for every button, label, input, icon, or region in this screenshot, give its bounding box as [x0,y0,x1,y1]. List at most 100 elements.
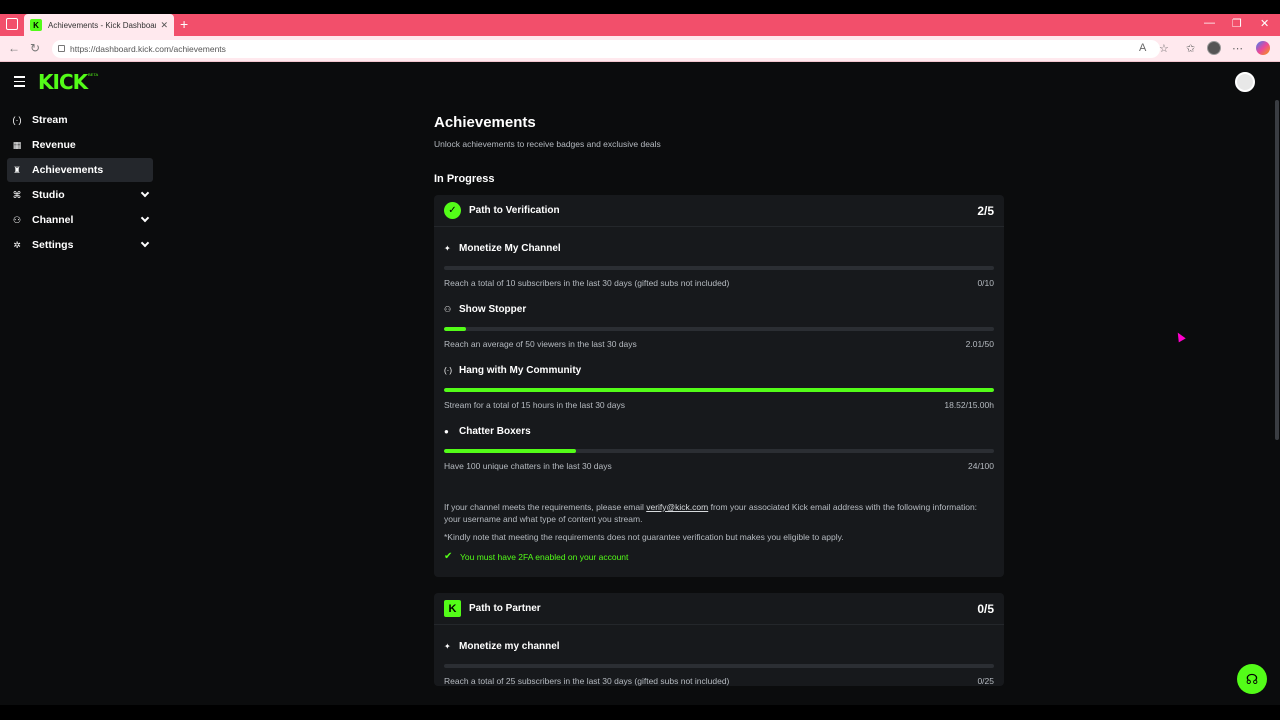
kick-favicon-icon: K [30,19,42,31]
sparkle-icon: ✦ [444,641,451,651]
verification-card-header: ✓ Path to Verification 2/5 [434,195,1004,227]
menu-icon[interactable] [14,76,25,90]
main-content: Achievements Unlock achievements to rece… [434,114,1004,686]
verification-card: ✓ Path to Verification 2/5 ✦ Monetize My … [434,195,1004,577]
sidebar-item-stream[interactable]: (·) Stream [7,108,153,132]
sidebar: (·) Stream ▦ Revenue ♜ Achievements ⌘ Studio ⚇ Ch… [7,108,153,258]
window-close-icon[interactable]: ✕ [1260,17,1269,30]
card-title: Path to Verification [469,205,560,216]
task-progress-value: 24/100 [968,461,994,471]
verification-task-list: ✦ Monetize My Channel Reach a total of 10 … [434,242,1004,471]
task-header: ✦ Monetize My Channel [444,242,994,254]
progress-fill [444,327,466,331]
minimize-icon[interactable]: — [1204,17,1215,29]
address-bar-row: ← ↻ https://dashboard.kick.com/achieveme… [0,36,1280,62]
verified-badge-icon: ✓ [444,202,461,219]
tab-close-icon[interactable]: ✕ [160,20,168,31]
favorite-star-icon[interactable]: ☆ [1159,42,1169,55]
card-count: 2/5 [977,203,994,218]
tab-actions-icon[interactable] [6,18,18,30]
task-header: ● Chatter Boxers [444,425,994,437]
sidebar-item-label: Settings [32,239,74,251]
beta-badge: BETA [88,72,99,77]
task-progress-value: 0/25 [977,676,994,686]
sidebar-item-settings[interactable]: ✲ Settings [7,233,153,257]
verification-info: If your channel meets the requirements, … [434,501,1004,577]
tab-title: Achievements - Kick Dashboard [48,20,157,30]
restore-icon[interactable]: ❐ [1232,17,1242,30]
dashboard-page: KICK BETA (·) Stream ▦ Revenue ♜ Achievements… [0,62,1280,705]
task-name: Show Stopper [459,303,527,315]
sidebar-item-channel[interactable]: ⚇ Channel [7,208,153,232]
chevron-down-icon[interactable] [140,188,150,198]
new-tab-icon[interactable]: + [180,16,188,32]
achievement-task: ✦ Monetize my channel Reach a total of 25 … [434,640,1004,686]
partner-card: K Path to Partner 0/5 ✦ Monetize my chann… [434,593,1004,686]
scrollbar[interactable] [1275,100,1279,440]
task-description: Reach an average of 50 viewers in the la… [444,339,637,349]
back-icon[interactable]: ← [8,41,20,55]
url-input[interactable]: https://dashboard.kick.com/achievements [52,40,1160,58]
user-avatar[interactable] [1235,72,1255,92]
chevron-down-icon[interactable] [140,213,150,223]
sidebar-item-label: Stream [32,114,68,126]
progress-bar [444,449,994,453]
achievement-task: ✦ Monetize My Channel Reach a total of 10 … [434,242,1004,288]
progress-bar [444,388,994,392]
achievement-task: (·) Hang with My Community Stream for a to… [434,364,1004,410]
task-progress-value: 2.01/50 [965,339,994,349]
sidebar-item-label: Revenue [32,139,76,151]
sidebar-item-label: Channel [32,214,74,226]
section-title-in-progress: In Progress [434,173,495,185]
requirement-2fa: ✔ You must have 2FA enabled on your acco… [444,551,994,577]
browser-profile-avatar[interactable] [1207,41,1221,55]
site-info-icon[interactable] [58,45,65,52]
page-subtitle: Unlock achievements to receive badges an… [434,139,661,149]
verify-email-link[interactable]: verify@kick.com [646,502,708,512]
progress-bar [444,664,994,668]
favorites-icon[interactable]: ✩ [1186,42,1195,55]
broadcast-icon: (·) [12,115,22,125]
task-name: Monetize My Channel [459,242,561,254]
studio-icon: ⌘ [12,189,22,200]
browser-tab-bar: K Achievements - Kick Dashboard ✕ + — ❐ … [0,14,1280,36]
progress-fill [444,388,994,392]
card-title: Path to Partner [469,603,541,614]
sidebar-item-achievements[interactable]: ♜ Achievements [7,158,153,182]
revenue-icon: ▦ [12,139,22,150]
sidebar-item-label: Achievements [32,164,104,176]
users-icon: ⚇ [444,304,452,314]
kick-k-icon: K [444,600,461,617]
more-icon[interactable]: ⋯ [1232,42,1243,55]
info-prefix: If your channel meets the requirements, … [444,502,647,512]
chevron-down-icon[interactable] [140,238,150,248]
requirement-text: You must have 2FA enabled on your accoun… [460,552,629,562]
copilot-icon[interactable] [1256,41,1270,55]
sidebar-item-label: Studio [32,189,65,201]
kick-logo[interactable]: KICK [38,70,88,94]
progress-bar [444,327,994,331]
broadcast-icon: (·) [444,365,452,375]
task-description: Stream for a total of 15 hours in the la… [444,400,625,410]
sparkle-icon: ✦ [444,243,451,253]
url-text: https://dashboard.kick.com/achievements [70,44,226,54]
mouse-cursor [1174,330,1186,343]
task-header: ✦ Monetize my channel [444,640,994,652]
refresh-icon[interactable]: ↻ [30,41,40,55]
browser-tab[interactable]: K Achievements - Kick Dashboard ✕ [24,14,174,36]
trophy-icon: ♜ [12,164,22,175]
sidebar-item-studio[interactable]: ⌘ Studio [7,183,153,207]
help-chat-button[interactable]: ☊ [1237,664,1267,694]
task-name: Hang with My Community [459,364,582,376]
task-name: Monetize my channel [459,640,560,652]
achievement-task: ⚇ Show Stopper Reach an average of 50 view… [434,303,1004,349]
read-aloud-icon[interactable]: A [1139,42,1146,54]
task-footer: Have 100 unique chatters in the last 30 … [444,461,994,471]
verification-note: *Kindly note that meeting the requiremen… [444,532,844,542]
check-icon: ✔ [444,551,453,562]
sidebar-item-revenue[interactable]: ▦ Revenue [7,133,153,157]
partner-card-header: K Path to Partner 0/5 [434,593,1004,625]
channel-icon: ⚇ [12,214,22,225]
task-progress-value: 0/10 [977,278,994,288]
task-footer: Stream for a total of 15 hours in the la… [444,400,994,410]
